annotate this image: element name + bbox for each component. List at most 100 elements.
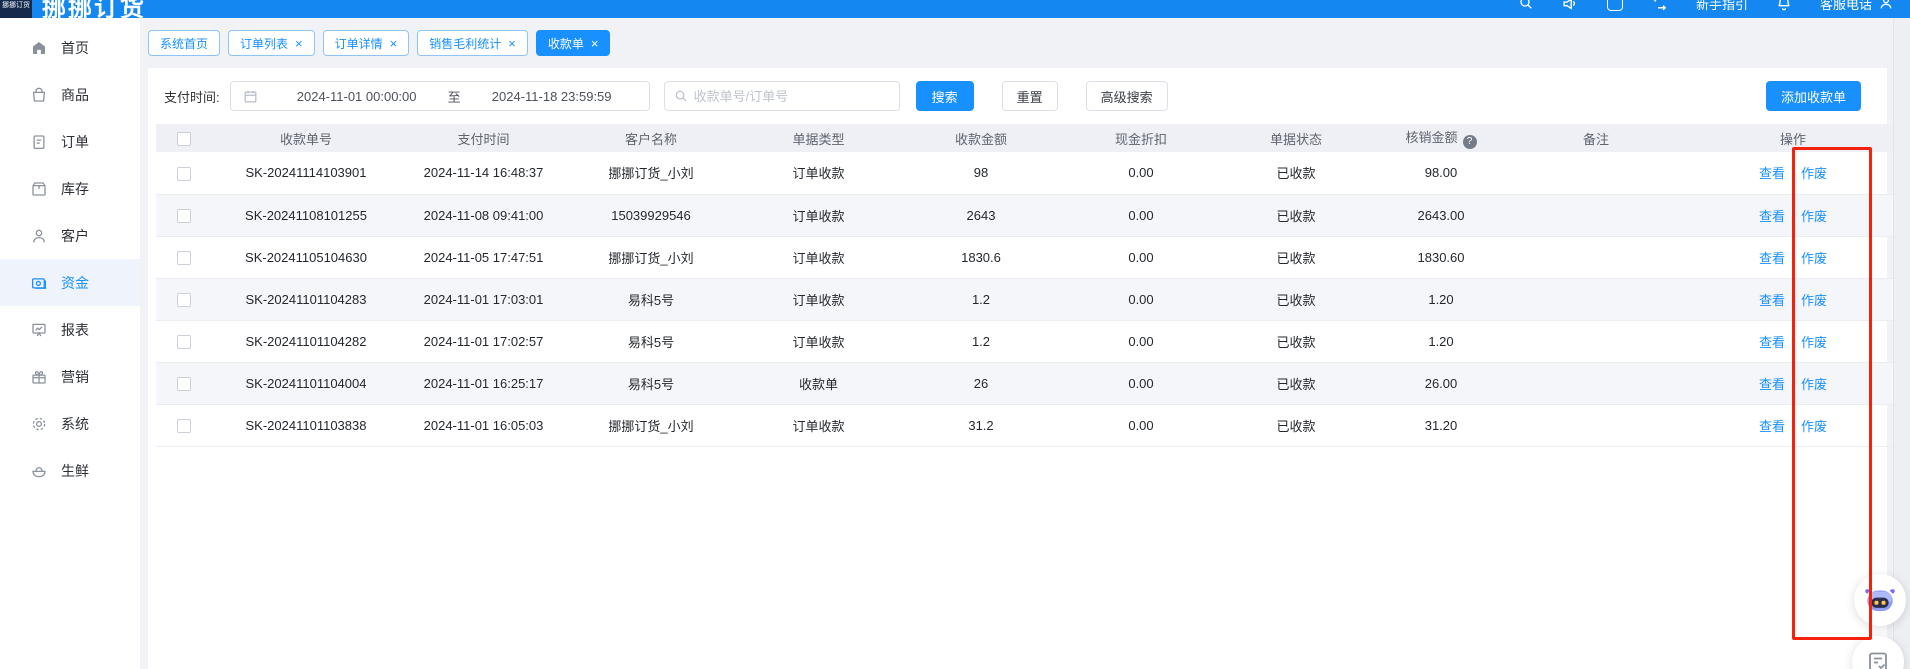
table-row: SK-202411011042822024-11-01 17:02:57易科5号… <box>156 320 1905 362</box>
tab-订单详情[interactable]: 订单详情× <box>323 30 410 56</box>
cell-time: 2024-11-05 17:47:51 <box>401 236 566 278</box>
view-link[interactable]: 查看 <box>1759 166 1785 181</box>
cell-time: 2024-11-01 17:02:57 <box>401 320 566 362</box>
sidebar: 首页商品订单库存客户资金报表营销系统生鲜 <box>0 18 140 669</box>
search-icon <box>674 89 688 103</box>
account-menu[interactable]: 客服电话 <box>1820 0 1894 13</box>
sidebar-item-订单[interactable]: 订单 <box>0 118 140 165</box>
cell-discount: 0.00 <box>1061 236 1221 278</box>
void-link[interactable]: 作废 <box>1801 251 1827 266</box>
assistant-robot-button[interactable] <box>1854 574 1906 626</box>
void-link[interactable]: 作废 <box>1801 377 1827 392</box>
cell-no: SK-20241101104282 <box>211 320 401 362</box>
cell-remark <box>1511 152 1681 194</box>
column-header-备注: 备注 <box>1511 124 1681 152</box>
tab-收款单[interactable]: 收款单× <box>536 30 611 56</box>
customers-icon <box>30 227 48 245</box>
sidebar-item-客户[interactable]: 客户 <box>0 212 140 259</box>
cell-status: 已收款 <box>1221 362 1371 404</box>
pay-time-label: 支付时间: <box>164 87 220 106</box>
window-icon[interactable] <box>1607 0 1623 11</box>
bell-icon[interactable] <box>1776 0 1792 11</box>
view-link[interactable]: 查看 <box>1759 251 1785 266</box>
cell-status: 已收款 <box>1221 320 1371 362</box>
sidebar-item-label: 生鲜 <box>61 461 89 481</box>
table-row: SK-202411081012552024-11-08 09:41:001503… <box>156 194 1905 236</box>
cell-actions: 查看 作废 <box>1681 152 1905 194</box>
row-checkbox[interactable] <box>177 251 191 265</box>
tab-close-icon[interactable]: × <box>591 37 599 50</box>
tab-系统首页[interactable]: 系统首页 <box>148 30 220 56</box>
row-checkbox[interactable] <box>177 209 191 223</box>
tab-close-icon[interactable]: × <box>508 37 516 50</box>
horn-icon[interactable] <box>1562 0 1579 12</box>
select-all-checkbox[interactable] <box>177 132 191 146</box>
row-checkbox[interactable] <box>177 335 191 349</box>
sidebar-item-资金[interactable]: 资金 <box>0 259 140 306</box>
date-start[interactable]: 2024-11-01 00:00:00 <box>272 89 442 104</box>
cell-no: SK-20241101103838 <box>211 404 401 446</box>
tab-label: 销售毛利统计 <box>429 35 501 52</box>
switch-icon[interactable] <box>1651 0 1668 12</box>
sidebar-item-库存[interactable]: 库存 <box>0 165 140 212</box>
date-range-picker[interactable]: 2024-11-01 00:00:00 至 2024-11-18 23:59:5… <box>230 81 650 111</box>
sidebar-item-首页[interactable]: 首页 <box>0 24 140 71</box>
goods-icon <box>30 86 48 104</box>
column-header-收款金额: 收款金额 <box>901 124 1061 152</box>
column-header-支付时间: 支付时间 <box>401 124 566 152</box>
date-end[interactable]: 2024-11-18 23:59:59 <box>467 89 637 104</box>
cell-time: 2024-11-01 16:25:17 <box>401 362 566 404</box>
cell-verified: 26.00 <box>1371 362 1511 404</box>
cell-no: SK-20241108101255 <box>211 194 401 236</box>
cell-status: 已收款 <box>1221 194 1371 236</box>
cell-verified: 1830.60 <box>1371 236 1511 278</box>
cell-no: SK-20241101104004 <box>211 362 401 404</box>
sidebar-item-生鲜[interactable]: 生鲜 <box>0 447 140 494</box>
search-icon[interactable] <box>1518 0 1534 11</box>
cell-discount: 0.00 <box>1061 404 1221 446</box>
sidebar-item-label: 资金 <box>61 273 89 293</box>
row-checkbox[interactable] <box>177 419 191 433</box>
cell-verified: 1.20 <box>1371 278 1511 320</box>
void-link[interactable]: 作废 <box>1801 335 1827 350</box>
row-checkbox[interactable] <box>177 293 191 307</box>
void-link[interactable]: 作废 <box>1801 166 1827 181</box>
sidebar-item-商品[interactable]: 商品 <box>0 71 140 118</box>
cell-amount: 2643 <box>901 194 1061 236</box>
guide-link[interactable]: 新手指引 <box>1696 0 1748 13</box>
cell-actions: 查看 作废 <box>1681 236 1905 278</box>
advanced-search-button[interactable]: 高级搜索 <box>1086 81 1168 111</box>
main-content: 系统首页订单列表×订单详情×销售毛利统计×收款单× 支付时间: 2024-11-… <box>140 18 1893 669</box>
tab-销售毛利统计[interactable]: 销售毛利统计 × <box>417 30 528 56</box>
void-link[interactable]: 作废 <box>1801 419 1827 434</box>
search-button[interactable]: 搜索 <box>916 81 974 111</box>
column-header-收款单号: 收款单号 <box>211 124 401 152</box>
view-link[interactable]: 查看 <box>1759 335 1785 350</box>
table-row: SK-202411011042832024-11-01 17:03:01易科5号… <box>156 278 1905 320</box>
view-link[interactable]: 查看 <box>1759 419 1785 434</box>
tab-close-icon[interactable]: × <box>295 37 303 50</box>
cell-actions: 查看 作废 <box>1681 278 1905 320</box>
sidebar-item-系统[interactable]: 系统 <box>0 400 140 447</box>
add-receipt-button[interactable]: 添加收款单 <box>1766 81 1861 111</box>
void-link[interactable]: 作废 <box>1801 293 1827 308</box>
tab-订单列表[interactable]: 订单列表× <box>228 30 315 56</box>
cell-type: 订单收款 <box>736 152 901 194</box>
view-link[interactable]: 查看 <box>1759 209 1785 224</box>
cell-type: 订单收款 <box>736 236 901 278</box>
cell-amount: 26 <box>901 362 1061 404</box>
view-link[interactable]: 查看 <box>1759 293 1785 308</box>
tab-close-icon[interactable]: × <box>390 37 398 50</box>
table-row: SK-202411051046302024-11-05 17:47:51挪挪订货… <box>156 236 1905 278</box>
sidebar-item-营销[interactable]: 营销 <box>0 353 140 400</box>
row-checkbox[interactable] <box>177 377 191 391</box>
reset-button[interactable]: 重置 <box>1002 81 1058 111</box>
sidebar-item-报表[interactable]: 报表 <box>0 306 140 353</box>
cell-status: 已收款 <box>1221 152 1371 194</box>
search-input[interactable] <box>694 89 890 104</box>
view-link[interactable]: 查看 <box>1759 377 1785 392</box>
row-checkbox[interactable] <box>177 167 191 181</box>
help-icon[interactable]: ? <box>1463 135 1477 149</box>
void-link[interactable]: 作废 <box>1801 209 1827 224</box>
form-icon <box>1866 650 1890 669</box>
